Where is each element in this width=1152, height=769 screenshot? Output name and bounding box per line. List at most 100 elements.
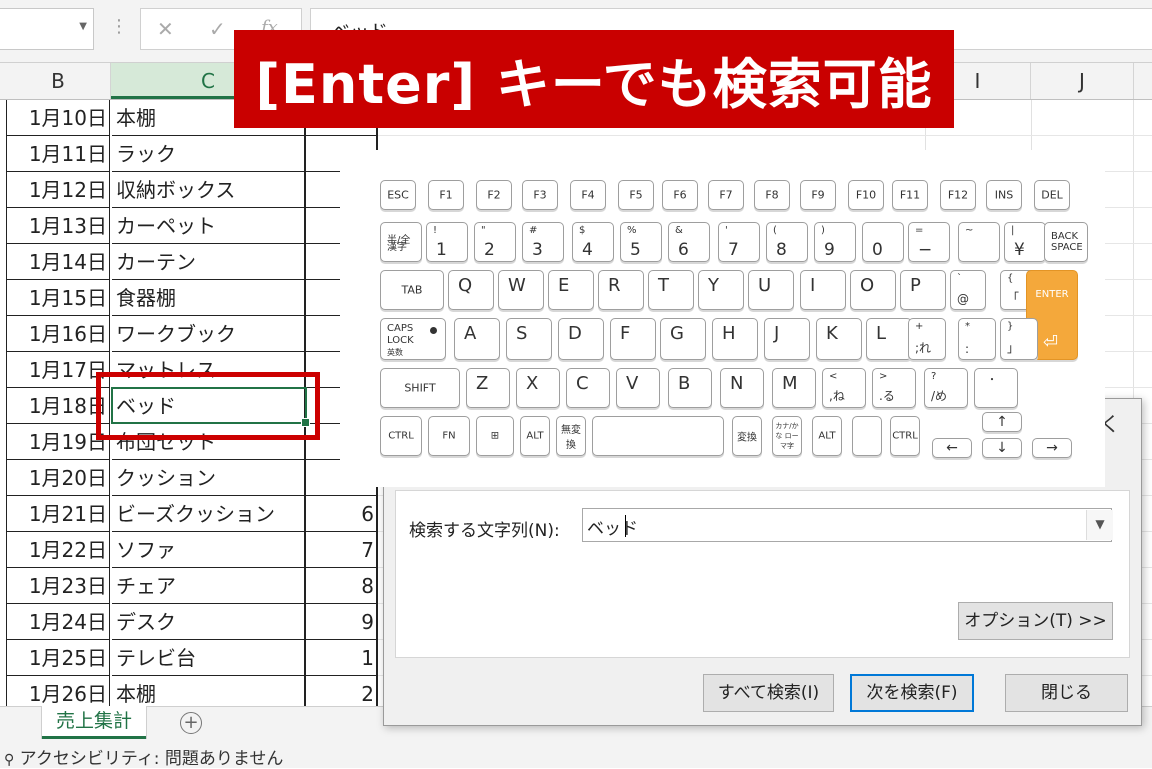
sheet-tab[interactable]: 売上集計 [42,706,146,739]
title-banner: [Enter] キーでも検索可能 [234,30,954,128]
date-cell[interactable]: 1月13日 [6,208,110,244]
item-cell[interactable]: ラック [112,136,306,172]
table-row: 1月12日 収納ボックス [0,172,378,208]
date-cell[interactable]: 1月18日 [6,388,110,424]
key-b: B [668,368,712,408]
key-f8: F8 [754,180,790,210]
table-row: 1月11日 ラック [0,136,378,172]
key-number-0: 半/全 漢字 [380,222,422,262]
key-number-5: % 5 [620,222,662,262]
key-g: G [660,318,706,360]
table-row: 1月23日 チェア 8 [0,568,378,604]
key-arrow-up: ↑ [982,412,1022,432]
item-cell[interactable]: 収納ボックス [112,172,306,208]
value-cell[interactable]: 9 [306,604,378,640]
item-cell[interactable]: カーペット [112,208,306,244]
item-cell[interactable]: ビーズクッション [112,496,306,532]
find-next-button[interactable]: 次を検索(F) [850,674,974,712]
key-f11: F11 [892,180,928,210]
date-cell[interactable]: 1月24日 [6,604,110,640]
item-cell[interactable]: 食器棚 [112,280,306,316]
value-cell[interactable]: 6 [306,496,378,532]
item-cell[interactable]: クッション [112,460,306,496]
key-number-3: #3 [522,222,564,262]
key-・: ・ [974,368,1018,408]
close-button[interactable]: 閉じる [1005,674,1128,712]
value-cell[interactable]: 1 [306,640,378,676]
date-cell[interactable]: 1月22日 [6,532,110,568]
status-text: ⚲ アクセシビリティ: 問題ありません [4,744,283,769]
key-number-4: $4 [572,222,614,262]
key-f7: F7 [708,180,744,210]
key-arrow-left: ← [932,438,972,458]
item-cell[interactable]: ソファ [112,532,306,568]
cancel-icon[interactable]: ✕ [157,17,174,41]
key-f1: F1 [428,180,464,210]
key-sym-a11: *: [958,318,996,360]
chevron-down-icon[interactable]: ▼ [1086,510,1113,540]
item-cell[interactable]: ワークブック [112,316,306,352]
key-e: E [548,270,594,310]
options-button[interactable]: オプション(T) >> [958,602,1113,640]
date-cell[interactable]: 1月17日 [6,352,110,388]
key-caps-lock: CAPS LOCK 英数 [380,318,446,360]
add-sheet-icon[interactable]: + [180,712,202,734]
date-cell[interactable]: 1月25日 [6,640,110,676]
column-header-j[interactable]: J [1031,63,1134,99]
table-row: 1月16日 ワークブック [0,316,378,352]
key-v: V [616,368,660,408]
key-f3: F3 [522,180,558,210]
key-number-13: | ¥ [1004,222,1046,262]
key-number-10: 0 [862,222,904,262]
find-all-button[interactable]: すべて検索(I) [703,674,834,712]
key-f5: F5 [618,180,654,210]
key-bottom-6: 変換 [732,416,762,456]
key-number-1: ! 1 [426,222,468,262]
date-cell[interactable]: 1月19日 [6,424,110,460]
name-box[interactable]: ▼ [0,8,94,50]
key-sym-11: ` @ [950,270,986,310]
date-cell[interactable]: 1月12日 [6,172,110,208]
key-shift: SHIFT [380,368,460,408]
key-t: T [648,270,694,310]
date-cell[interactable]: 1月16日 [6,316,110,352]
column-header-b[interactable]: B [6,63,111,99]
key-arrow-down: ↓ [982,438,1022,458]
date-cell[interactable]: 1月15日 [6,280,110,316]
highlight-box [96,372,320,440]
key-bottom-7: カナ/かな ローマ字 [772,416,802,456]
key-number-7: ' 7 [718,222,760,262]
date-cell[interactable]: 1月21日 [6,496,110,532]
key-m: M [772,368,816,408]
key-f: F [610,318,656,360]
key-esc: ESC [380,180,416,210]
key-bottom-4: 無変換 [556,416,586,456]
formula-bar-grip-icon[interactable]: ⋮ [110,16,129,37]
key-i: I [800,270,846,310]
table-row: 1月25日 テレビ台 1 [0,640,378,676]
name-box-dropdown-icon[interactable]: ▼ [79,21,87,32]
key-sym-a10: + ;れ [908,318,946,360]
item-cell[interactable]: カーテン [112,244,306,280]
date-cell[interactable]: 1月11日 [6,136,110,172]
value-cell[interactable]: 7 [306,532,378,568]
date-cell[interactable]: 1月10日 [6,100,110,136]
date-cell[interactable]: 1月20日 [6,460,110,496]
enter-icon[interactable]: ✓ [209,17,226,41]
item-cell[interactable]: チェア [112,568,306,604]
key-bottom-0: CTRL [380,416,422,456]
key-bottom-1: FN [428,416,470,456]
date-cell[interactable]: 1月14日 [6,244,110,280]
key-bottom-2: ⊞ [476,416,514,456]
item-cell[interactable]: デスク [112,604,306,640]
find-input[interactable]: ベッド [582,508,1112,542]
date-cell[interactable]: 1月23日 [6,568,110,604]
value-cell[interactable]: 8 [306,568,378,604]
key-f4: F4 [570,180,606,210]
item-cell[interactable]: テレビ台 [112,640,306,676]
key-w: W [498,270,544,310]
key-c: C [566,368,610,408]
text-caret [625,515,626,537]
key-x: X [516,368,560,408]
key-l: L [866,318,912,360]
